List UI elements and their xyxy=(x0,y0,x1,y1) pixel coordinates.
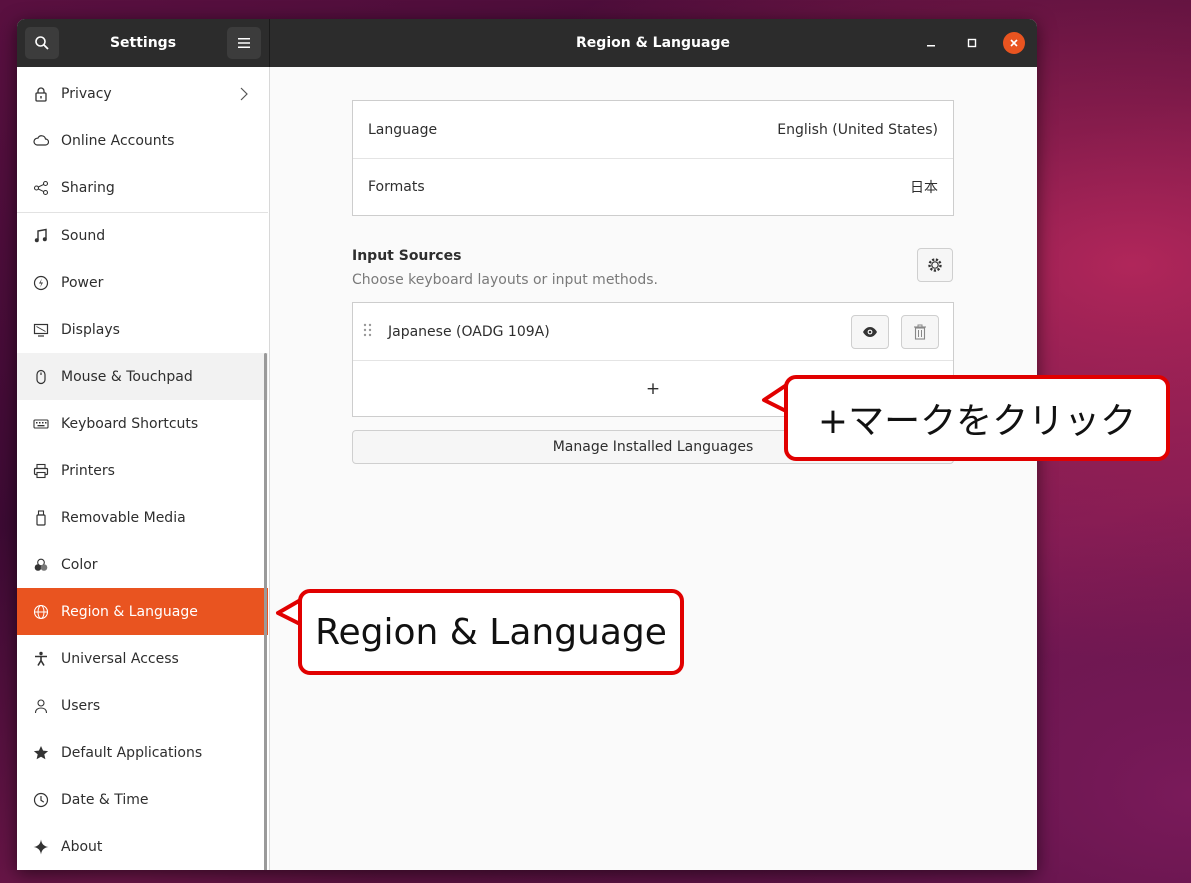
sidebar-item-privacy[interactable]: Privacy xyxy=(17,70,268,117)
star-icon xyxy=(33,745,49,761)
clock-icon xyxy=(33,792,49,808)
color-circles-icon xyxy=(33,557,49,573)
display-icon xyxy=(33,322,49,338)
main-content: Language English (United States) Formats… xyxy=(270,67,1037,870)
gear-icon xyxy=(928,258,942,272)
sidebar-item-label: Displays xyxy=(61,321,120,338)
eye-icon xyxy=(863,327,877,337)
sidebar-item-label: Sound xyxy=(61,227,106,244)
minimize-icon xyxy=(927,45,935,47)
language-row[interactable]: Language English (United States) xyxy=(353,101,953,158)
sidebar-item-label: Color xyxy=(61,556,98,573)
mouse-icon xyxy=(33,369,49,385)
printer-icon xyxy=(33,463,49,479)
input-sources-title: Input Sources xyxy=(352,248,462,264)
sidebar-item-keyboard-shortcuts[interactable]: Keyboard Shortcuts xyxy=(17,400,268,447)
drag-handle-icon[interactable] xyxy=(362,322,374,342)
show-layout-button[interactable] xyxy=(851,315,889,349)
sidebar-scrollbar[interactable] xyxy=(264,353,267,870)
cloud-icon xyxy=(33,133,49,149)
sidebar-item-label: Sharing xyxy=(61,179,115,196)
sidebar-item-universal-access[interactable]: Universal Access xyxy=(17,635,268,682)
usb-drive-icon xyxy=(33,509,49,526)
input-options-button[interactable] xyxy=(917,248,953,282)
sidebar-item-removable-media[interactable]: Removable Media xyxy=(17,494,268,541)
sidebar-item-label: Removable Media xyxy=(61,509,186,526)
minimize-button[interactable] xyxy=(920,32,942,54)
sidebar-item-label: Date & Time xyxy=(61,791,149,808)
maximize-icon xyxy=(967,38,977,48)
search-button[interactable] xyxy=(25,27,59,59)
sidebar-item-power[interactable]: Power xyxy=(17,259,268,306)
sidebar-item-label: Default Applications xyxy=(61,744,203,761)
remove-input-button[interactable] xyxy=(901,315,939,349)
formats-label: Formats xyxy=(368,178,425,195)
sidebar-item-label: Region & Language xyxy=(61,603,198,620)
language-value: English (United States) xyxy=(777,121,938,138)
sidebar-item-default-applications[interactable]: Default Applications xyxy=(17,729,268,776)
sidebar-item-users[interactable]: Users xyxy=(17,682,268,729)
power-icon xyxy=(33,275,49,291)
sidebar-item-label: Universal Access xyxy=(61,650,179,667)
sidebar-item-sound[interactable]: Sound xyxy=(17,212,268,259)
sidebar-item-sharing[interactable]: Sharing xyxy=(17,164,268,211)
sidebar-item-region-language[interactable]: Region & Language xyxy=(17,588,268,635)
formats-value: 日本 xyxy=(910,179,938,196)
music-note-icon xyxy=(33,228,49,244)
input-source-label: Japanese (OADG 109A) xyxy=(388,323,550,340)
lock-icon xyxy=(33,86,49,102)
plus-mark-callout: +マークをクリック xyxy=(784,375,1170,461)
sidebar-item-label: Users xyxy=(61,697,101,714)
sidebar-item-about[interactable]: About xyxy=(17,823,268,870)
input-source-row[interactable]: Japanese (OADG 109A) xyxy=(353,303,953,360)
trash-icon xyxy=(914,324,926,340)
header-bar: Settings Region & Language xyxy=(17,19,1037,67)
sidebar-item-label: Privacy xyxy=(61,85,112,102)
add-icon: + xyxy=(645,378,661,399)
accessibility-icon xyxy=(33,651,49,667)
globe-icon xyxy=(33,604,49,620)
users-icon xyxy=(33,698,49,714)
sidebar-item-label: About xyxy=(61,838,103,855)
sidebar-header: Settings xyxy=(17,19,270,67)
sidebar-item-mouse-touchpad[interactable]: Mouse & Touchpad xyxy=(17,353,268,400)
sidebar-item-online-accounts[interactable]: Online Accounts xyxy=(17,117,268,164)
close-button[interactable] xyxy=(1003,32,1025,54)
region-language-callout: Region & Language xyxy=(298,589,684,675)
sidebar-item-label: Power xyxy=(61,274,104,291)
sidebar-item-displays[interactable]: Displays xyxy=(17,306,268,353)
keyboard-icon xyxy=(33,416,49,432)
sidebar-item-label: Printers xyxy=(61,462,115,479)
sidebar-item-printers[interactable]: Printers xyxy=(17,447,268,494)
sidebar: Privacy Online Accounts Sharing Sound Po… xyxy=(17,67,270,870)
sidebar-item-label: Keyboard Shortcuts xyxy=(61,415,199,432)
chevron-right-icon xyxy=(234,87,254,101)
manage-languages-label: Manage Installed Languages xyxy=(552,439,754,455)
sidebar-item-color[interactable]: Color xyxy=(17,541,268,588)
share-icon xyxy=(33,180,49,196)
language-label: Language xyxy=(368,121,438,138)
sparkle-icon xyxy=(33,839,49,855)
sidebar-item-label: Online Accounts xyxy=(61,132,175,149)
sidebar-item-label: Mouse & Touchpad xyxy=(61,368,193,385)
menu-button[interactable] xyxy=(227,27,261,59)
language-formats-box: Language English (United States) Formats… xyxy=(352,100,954,216)
hamburger-menu-icon xyxy=(238,38,250,48)
sidebar-item-date-time[interactable]: Date & Time xyxy=(17,776,268,823)
close-icon xyxy=(1010,39,1018,47)
input-sources-subtitle: Choose keyboard layouts or input methods… xyxy=(352,272,658,288)
search-icon xyxy=(35,36,49,50)
formats-row[interactable]: Formats 日本 xyxy=(353,158,953,215)
sidebar-title: Settings xyxy=(109,35,177,51)
maximize-button[interactable] xyxy=(961,32,983,54)
